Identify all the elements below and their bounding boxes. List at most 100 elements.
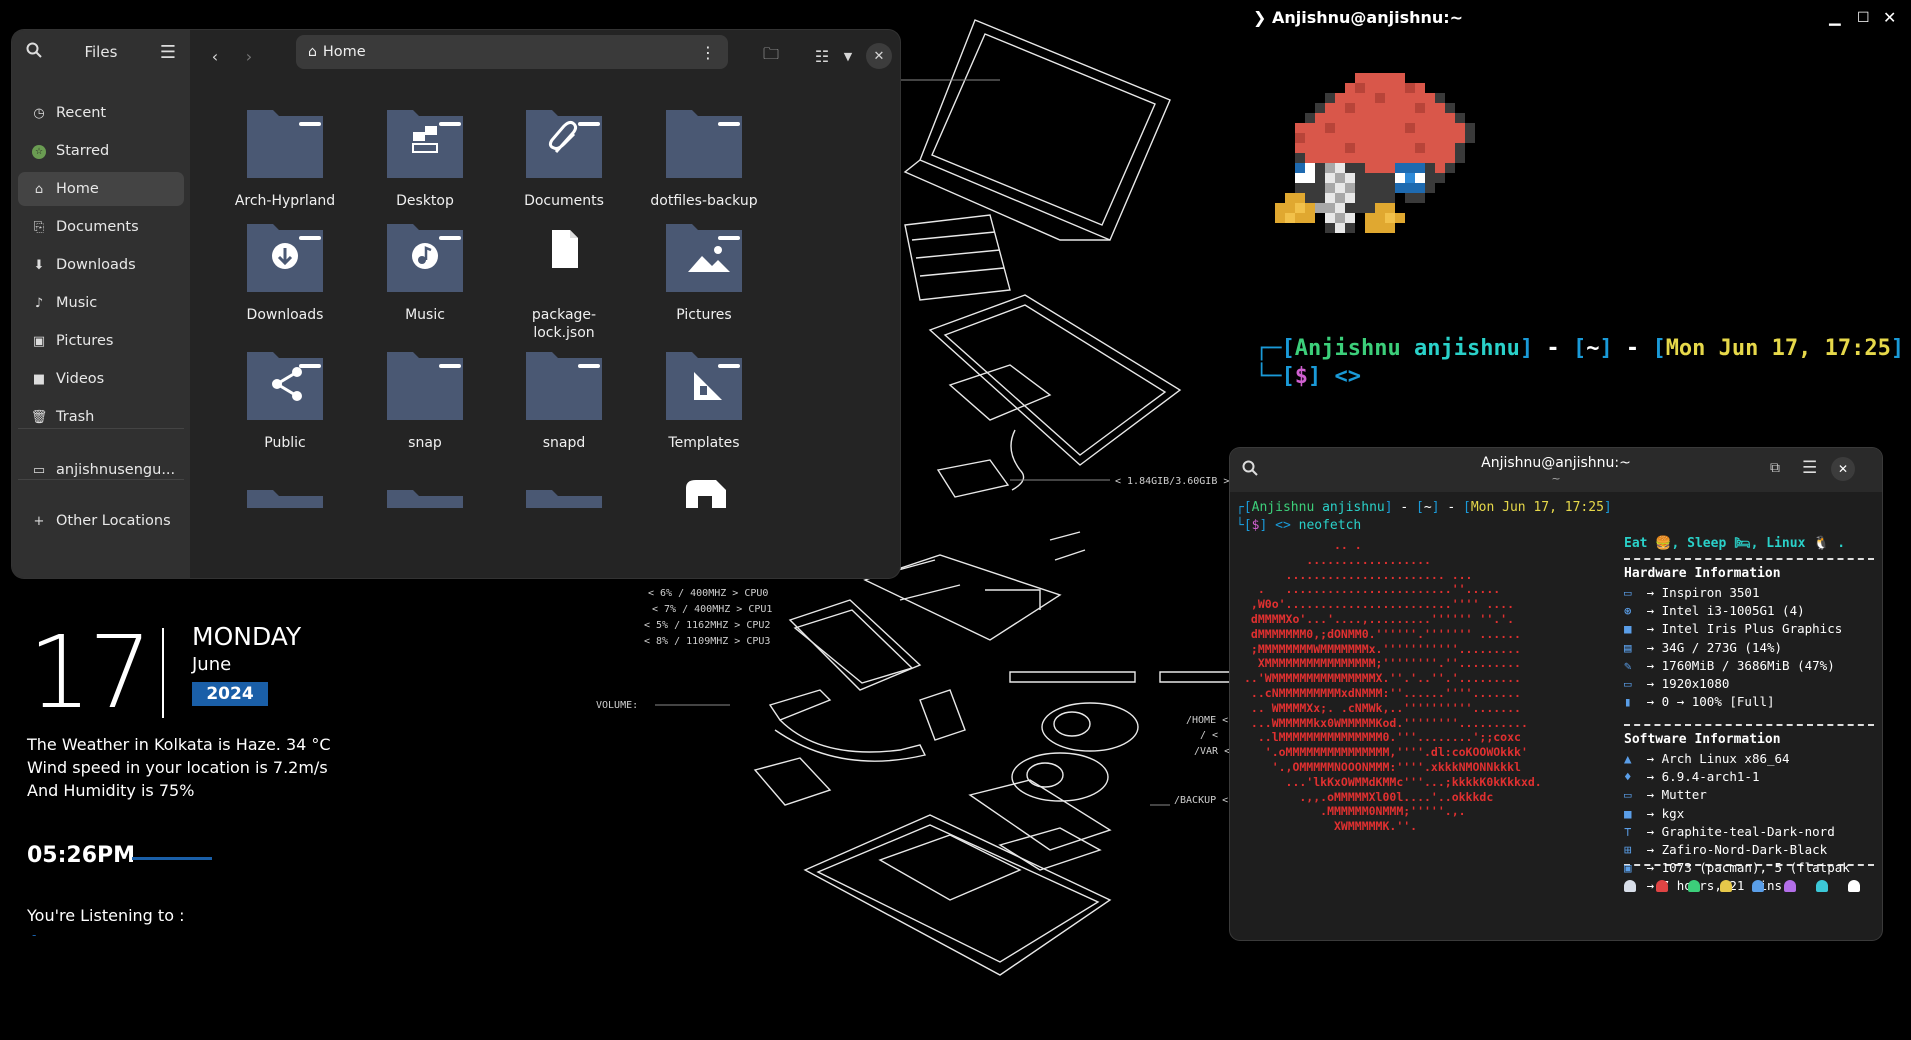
terminal-window-neofetch: Anjishnu@anjishnu:~ ~ ⧉ ☰ ✕ ┌[Anjishnu a… bbox=[1230, 448, 1882, 940]
sidebar-item-network-drive[interactable]: ▭ anjishnusengu... bbox=[18, 453, 184, 487]
folder-item[interactable]: snapd bbox=[489, 340, 639, 452]
prompt-line-2: └[$] <> neofetch bbox=[1236, 518, 1362, 533]
folder-item[interactable]: Public bbox=[210, 340, 360, 452]
cpu1-label: < 7% / 400MHZ > CPU1 bbox=[652, 604, 772, 615]
folder-icon bbox=[526, 490, 602, 508]
date-divider bbox=[162, 628, 164, 718]
sidebar-item-label: Recent bbox=[56, 105, 107, 121]
file-item[interactable]: package- lock.json bbox=[489, 212, 639, 342]
date-year-badge: 2024 bbox=[192, 682, 268, 706]
menu-button[interactable]: ☰ bbox=[1802, 458, 1817, 478]
maximize-button[interactable]: ☐ bbox=[1857, 10, 1870, 26]
prompt-arrow: <> bbox=[1334, 364, 1362, 389]
item-label: Templates bbox=[668, 435, 740, 451]
ascii-line: .,,.oMMMMMXl00l....'..okkkdc bbox=[1244, 789, 1494, 804]
home-mount-label: /HOME < bbox=[1186, 715, 1228, 726]
files-window: Files ☰ ◷ Recent ☆ Starred ⌂ Home ⎘ Document… bbox=[12, 30, 900, 578]
sidebar-item-downloads[interactable]: ⬇ Downloads bbox=[18, 248, 184, 282]
item-label: Arch-Hyprland bbox=[234, 193, 336, 209]
prompt-host: anjishnu bbox=[1322, 500, 1385, 515]
close-button[interactable]: ✕ bbox=[866, 43, 892, 69]
package-icon: ▣ bbox=[1624, 860, 1632, 876]
sidebar-divider bbox=[18, 428, 184, 429]
software-value: Mutter bbox=[1661, 787, 1707, 803]
sidebar-item-documents[interactable]: ⎘ Documents bbox=[18, 210, 184, 244]
sidebar-item-label: Starred bbox=[56, 143, 110, 159]
path-current: Home bbox=[322, 44, 366, 60]
close-button[interactable]: ✕ bbox=[1831, 457, 1855, 481]
view-list-button[interactable]: ☷ bbox=[806, 40, 838, 72]
software-item: ▲ → Arch Linux x86_64 bbox=[1624, 751, 1790, 766]
sidebar-item-label: Other Locations bbox=[56, 513, 171, 529]
path-bar[interactable]: ⌂ Home ⋮ bbox=[296, 35, 728, 69]
folder-item-partial[interactable] bbox=[210, 478, 360, 508]
chevron-right-icon: ❯ bbox=[1253, 8, 1272, 27]
cpu0-label: < 6% / 400MHZ > CPU0 bbox=[648, 588, 768, 599]
palette-ghost-icon bbox=[1656, 880, 1668, 892]
sidebar-item-other-locations[interactable]: + Other Locations bbox=[18, 504, 184, 538]
home-icon: ⌂ bbox=[308, 44, 317, 60]
new-tab-button[interactable]: ⧉ bbox=[1770, 460, 1780, 476]
sidebar-item-music[interactable]: ♪ Music bbox=[18, 286, 184, 320]
sidebar-item-label: Trash bbox=[56, 409, 95, 425]
window-manager-icon: ▭ bbox=[1624, 787, 1632, 803]
date-month: June bbox=[192, 654, 232, 675]
hardware-item: ⊛ → Intel i3-1005G1 (4) bbox=[1624, 603, 1805, 619]
folder-item[interactable]: Documents bbox=[489, 98, 639, 210]
sidebar-item-pictures[interactable]: ▣ Pictures bbox=[18, 324, 184, 358]
folder-item-partial[interactable] bbox=[489, 478, 639, 508]
hardware-item: ▭ → 1920x1080 bbox=[1624, 676, 1730, 691]
menu-icon: ☰ bbox=[1802, 458, 1818, 478]
display-icon: ▭ bbox=[1624, 676, 1632, 691]
palette-ghost-icon bbox=[1784, 880, 1796, 892]
file-item-partial[interactable] bbox=[629, 470, 779, 508]
hardware-value: 1920x1080 bbox=[1661, 676, 1730, 691]
sidebar-item-label: Pictures bbox=[56, 333, 114, 349]
prompt-user: Anjishnu bbox=[1294, 336, 1401, 361]
sidebar-item-label: Videos bbox=[56, 371, 105, 387]
files-app-title: Files bbox=[84, 43, 118, 61]
back-button[interactable]: ‹ bbox=[200, 40, 230, 72]
folder-item[interactable]: Templates bbox=[629, 340, 779, 452]
ascii-line: dMMMMMMM0,;dONMM0.''''''.''''''' ...... bbox=[1244, 626, 1521, 641]
hardware-item: ▭ → Inspiron 3501 bbox=[1624, 585, 1760, 600]
folder-item[interactable]: Pictures bbox=[629, 212, 779, 324]
search-icon[interactable] bbox=[26, 42, 42, 62]
ascii-line: ..cNMMMMMMMMMxdNMMM:''......''''....... bbox=[1244, 686, 1521, 700]
item-label: snapd bbox=[542, 435, 586, 451]
new-folder-button[interactable]: 🗀 bbox=[756, 40, 786, 72]
terminal-subtitle: ~ bbox=[1551, 472, 1561, 485]
software-value: Graphite-teal-Dark-nord bbox=[1661, 823, 1835, 839]
battery-icon: ▮ bbox=[1624, 694, 1632, 710]
disk-icon: ▤ bbox=[1624, 639, 1632, 655]
close-button[interactable]: ✕ bbox=[1883, 8, 1896, 27]
sidebar-item-videos[interactable]: ■ Videos bbox=[18, 362, 184, 396]
kebab-menu-icon[interactable]: ⋮ bbox=[700, 43, 716, 62]
folder-item[interactable]: Downloads bbox=[210, 212, 360, 324]
folder-icon bbox=[526, 352, 602, 420]
view-options-button[interactable]: ▼ bbox=[838, 40, 858, 72]
folder-item[interactable]: Music bbox=[350, 212, 500, 324]
hardware-value: Inspiron 3501 bbox=[1661, 585, 1760, 600]
prompt-line-1: ┌─[Anjishnu anjishnu] - [~] - [Mon Jun 1… bbox=[1255, 336, 1905, 361]
hardware-value: Intel Iris Plus Graphics bbox=[1661, 621, 1843, 637]
folder-item[interactable]: dotfiles-backup bbox=[629, 98, 779, 210]
software-item: ♦ → 6.9.4-arch1-1 bbox=[1624, 769, 1760, 785]
sidebar-item-recent[interactable]: ◷ Recent bbox=[18, 96, 184, 130]
folder-item[interactable]: Desktop bbox=[350, 98, 500, 210]
hardware-item: ✎ → 1760MiB / 3686MiB (47%) bbox=[1624, 657, 1835, 673]
ascii-line: XWMMMMMK.''. bbox=[1244, 819, 1418, 834]
folder-item[interactable]: Arch-Hyprland bbox=[210, 98, 360, 210]
prompt-user: Anjishnu bbox=[1251, 500, 1315, 515]
hardware-value: 1760MiB / 3686MiB (47%) bbox=[1661, 657, 1835, 673]
sidebar-item-starred[interactable]: ☆ Starred bbox=[18, 134, 184, 168]
palette-ghost-icon bbox=[1816, 880, 1828, 892]
close-icon: ✕ bbox=[1883, 8, 1897, 27]
sidebar-item-home[interactable]: ⌂ Home bbox=[18, 172, 184, 206]
minimize-button[interactable]: ▁ bbox=[1829, 8, 1841, 26]
menu-icon[interactable]: ☰ bbox=[160, 42, 176, 63]
folder-item-partial[interactable] bbox=[350, 478, 500, 508]
clock-icon: ◷ bbox=[33, 105, 45, 121]
folder-item[interactable]: snap bbox=[350, 340, 500, 452]
forward-button[interactable]: › bbox=[234, 40, 264, 72]
